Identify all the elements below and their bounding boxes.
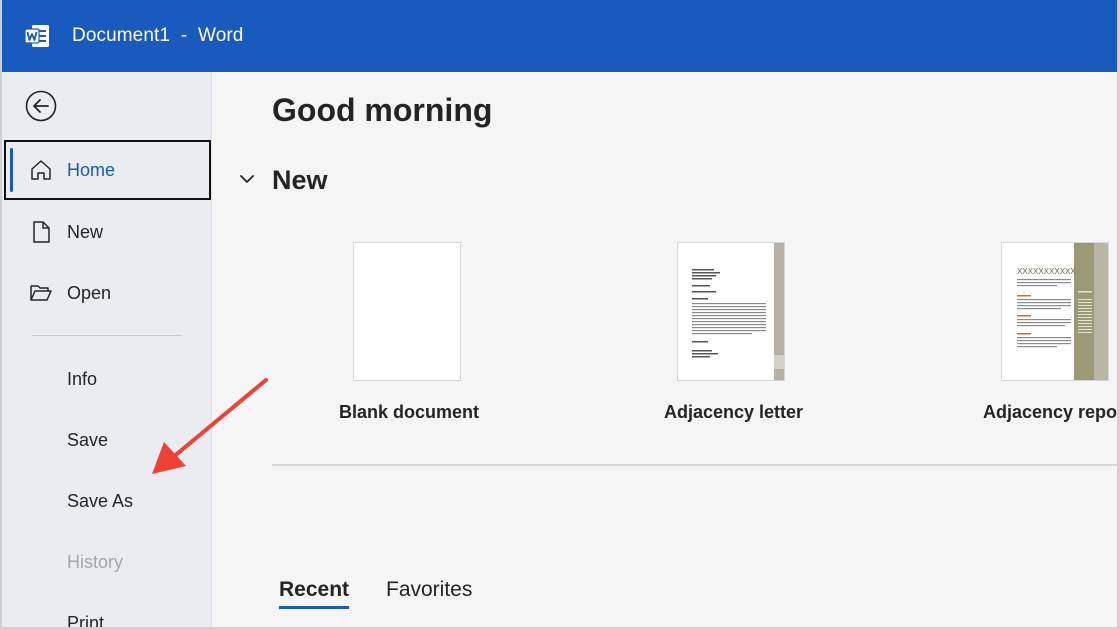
- sidebar-item-open[interactable]: Open: [4, 263, 211, 323]
- home-icon: [31, 160, 51, 180]
- active-tab-underline: [279, 606, 349, 609]
- folder-open-icon: [30, 285, 52, 301]
- chevron-down-icon[interactable]: [238, 170, 256, 188]
- title-bar: Document1 - Word: [2, 0, 1117, 72]
- backstage-main: Good morning New Blank document Adjacenc…: [212, 72, 1117, 627]
- greeting-heading: Good morning: [272, 92, 493, 128]
- window-title: Document1 - Word: [72, 25, 244, 46]
- sidebar-item-save[interactable]: Save: [67, 430, 108, 451]
- new-section-title: New: [272, 165, 328, 195]
- template-thumbnail: XXXXXXXXXXX: [1001, 242, 1109, 381]
- sidebar-item-history: History: [67, 552, 124, 572]
- sidebar-item-home[interactable]: Home: [4, 140, 211, 200]
- sidebar-item-label: New: [67, 222, 104, 242]
- template-label: Adjacency report: [983, 402, 1119, 422]
- tab-recent[interactable]: Recent: [279, 578, 349, 602]
- report-heading-text: XXXXXXXXXXX: [1017, 267, 1076, 276]
- template-blank-document[interactable]: Blank document: [339, 242, 479, 422]
- sidebar-item-print[interactable]: Print: [67, 613, 104, 627]
- word-backstage-window: Document1 - Word Home New Open Info Save…: [0, 0, 1119, 629]
- backstage-sidebar: Home New Open Info Save Save As History …: [2, 72, 212, 627]
- sidebar-item-new[interactable]: New: [4, 202, 211, 262]
- section-divider: [272, 464, 1117, 466]
- report-preview-image: XXXXXXXXXXX: [1017, 243, 1108, 380]
- template-label: Adjacency letter: [664, 402, 804, 422]
- template-adjacency-letter[interactable]: Adjacency letter: [664, 242, 803, 422]
- template-thumbnail: [353, 242, 461, 381]
- active-indicator: [10, 148, 13, 192]
- template-thumbnail: [677, 242, 785, 381]
- template-label: Blank document: [339, 402, 480, 422]
- document-icon: [33, 221, 50, 243]
- back-arrow-icon[interactable]: [24, 89, 58, 123]
- tab-favorites[interactable]: Favorites: [386, 578, 472, 602]
- word-logo-icon: [24, 25, 49, 47]
- template-adjacency-report[interactable]: XXXXXXXXXXX Adjacency report: [983, 242, 1117, 422]
- sidebar-item-label: Home: [67, 160, 116, 180]
- sidebar-item-save-as[interactable]: Save As: [67, 491, 133, 512]
- sidebar-item-label: Open: [67, 283, 112, 303]
- letter-preview-image: [692, 243, 784, 380]
- sidebar-item-info[interactable]: Info: [67, 369, 97, 390]
- sidebar-divider: [32, 335, 182, 336]
